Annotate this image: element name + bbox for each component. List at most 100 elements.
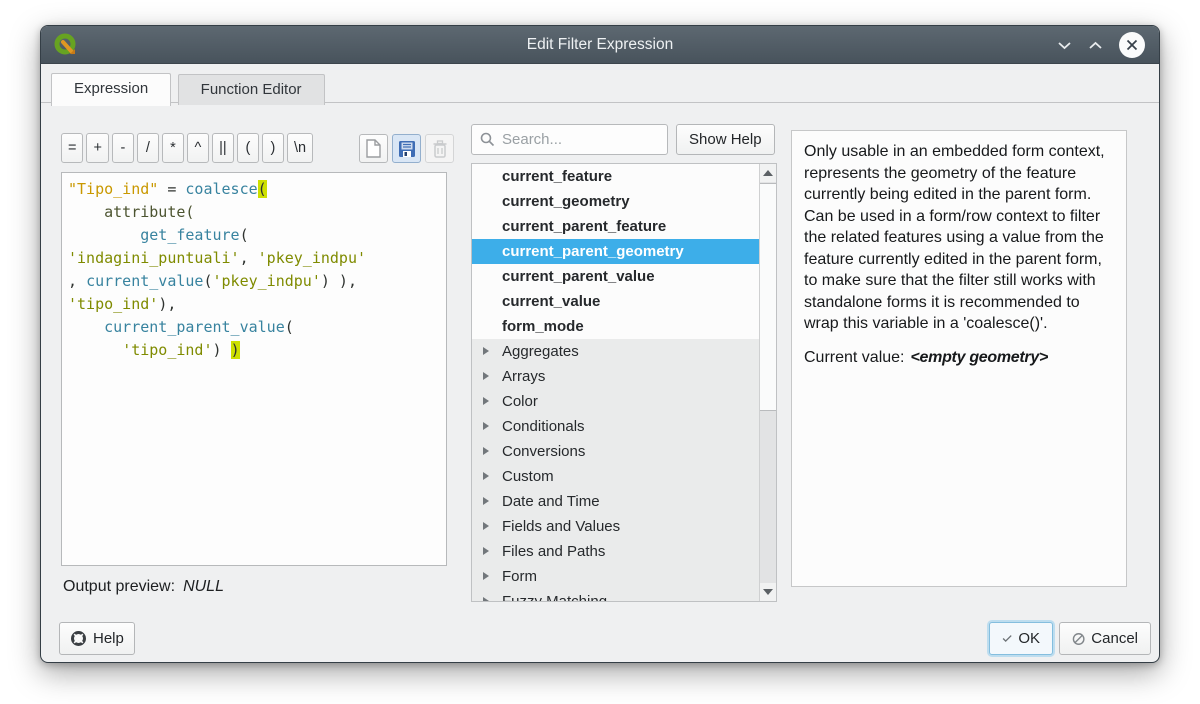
group-item-fields-and-values[interactable]: Fields and Values xyxy=(472,514,759,539)
function-item-current-parent-geometry[interactable]: current_parent_geometry xyxy=(472,239,759,264)
help-button-label: Help xyxy=(93,630,124,647)
tree-item-label: current_parent_value xyxy=(502,268,655,285)
search-icon xyxy=(480,132,495,147)
cancel-button-label: Cancel xyxy=(1091,630,1138,647)
expand-arrow-icon[interactable] xyxy=(483,547,489,555)
expression-editor[interactable]: "Tipo_ind" = coalesce( attribute( get_fe… xyxy=(61,172,447,566)
tree-item-label: Custom xyxy=(502,468,554,485)
tree-scrollbar[interactable] xyxy=(759,164,776,601)
tree-item-label: current_value xyxy=(502,293,600,310)
operator-button[interactable]: ^ xyxy=(187,133,209,163)
group-item-fuzzy-matching[interactable]: Fuzzy Matching xyxy=(472,589,759,602)
tree-item-label: Form xyxy=(502,568,537,585)
tree-item-label: Aggregates xyxy=(502,343,579,360)
scrollbar-thumb[interactable] xyxy=(760,183,776,411)
help-button[interactable]: Help xyxy=(59,622,135,655)
scroll-up-icon[interactable] xyxy=(760,164,776,182)
function-item-current-value[interactable]: current_value xyxy=(472,289,759,314)
close-icon xyxy=(1126,39,1138,51)
save-expression-button[interactable] xyxy=(392,134,421,163)
expand-arrow-icon[interactable] xyxy=(483,472,489,480)
group-item-arrays[interactable]: Arrays xyxy=(472,364,759,389)
tree-item-label: Conversions xyxy=(502,443,585,460)
expand-arrow-icon[interactable] xyxy=(483,447,489,455)
group-item-date-and-time[interactable]: Date and Time xyxy=(472,489,759,514)
save-icon xyxy=(398,140,416,158)
tree-item-label: current_parent_geometry xyxy=(502,243,684,260)
delete-expression-button xyxy=(425,134,454,163)
current-value-line: Current value: <empty geometry> xyxy=(804,347,1114,369)
help-paragraph: Only usable in an embedded form context,… xyxy=(804,141,1114,335)
tree-item-label: Conditionals xyxy=(502,418,585,435)
scroll-down-icon[interactable] xyxy=(760,583,776,601)
cancel-button[interactable]: Cancel xyxy=(1059,622,1151,655)
ok-button[interactable]: OK xyxy=(989,622,1053,655)
current-value-label: Current value: xyxy=(804,349,905,366)
expand-arrow-icon[interactable] xyxy=(483,347,489,355)
titlebar[interactable]: Edit Filter Expression xyxy=(41,26,1159,64)
expand-arrow-icon[interactable] xyxy=(483,397,489,405)
operator-button-row: =+-/*^||()\n xyxy=(61,133,316,163)
show-help-button[interactable]: Show Help xyxy=(676,124,775,155)
screen: Edit Filter Expression Expression xyxy=(0,0,1200,704)
shade-up-icon[interactable] xyxy=(1088,41,1103,50)
function-tree: current_feature current_geometry current_p… xyxy=(471,163,777,602)
operator-button[interactable]: * xyxy=(162,133,184,163)
expand-arrow-icon[interactable] xyxy=(483,597,489,602)
operator-button[interactable]: = xyxy=(61,133,83,163)
function-item-current-feature[interactable]: current_feature xyxy=(472,164,759,189)
operator-button[interactable]: - xyxy=(112,133,134,163)
shade-down-icon[interactable] xyxy=(1057,41,1072,50)
group-item-custom[interactable]: Custom xyxy=(472,464,759,489)
tree-item-label: form_mode xyxy=(502,318,584,335)
function-help-panel: Only usable in an embedded form context,… xyxy=(791,130,1127,587)
function-item-current-parent-feature[interactable]: current_parent_feature xyxy=(472,214,759,239)
current-value: <empty geometry> xyxy=(911,349,1048,366)
group-item-aggregates[interactable]: Aggregates xyxy=(472,339,759,364)
operator-button[interactable]: / xyxy=(137,133,159,163)
operator-button[interactable]: ( xyxy=(237,133,259,163)
window-title: Edit Filter Expression xyxy=(41,26,1159,64)
group-item-form[interactable]: Form xyxy=(472,564,759,589)
function-item-current-parent-value[interactable]: current_parent_value xyxy=(472,264,759,289)
ok-button-label: OK xyxy=(1018,630,1040,647)
tab-bar: Expression Function Editor xyxy=(41,64,1159,103)
search-box[interactable] xyxy=(471,124,668,155)
function-item-form-mode[interactable]: form_mode xyxy=(472,314,759,339)
search-input[interactable] xyxy=(502,131,659,148)
tab-expression[interactable]: Expression xyxy=(51,73,171,106)
help-lifebuoy-icon xyxy=(70,630,87,647)
tree-item-label: Color xyxy=(502,393,538,410)
group-item-color[interactable]: Color xyxy=(472,389,759,414)
output-preview-label: Output preview: xyxy=(63,578,175,595)
close-button[interactable] xyxy=(1119,32,1145,58)
group-item-files-and-paths[interactable]: Files and Paths xyxy=(472,539,759,564)
cancel-icon xyxy=(1072,631,1085,647)
expand-arrow-icon[interactable] xyxy=(483,422,489,430)
tree-item-label: Fuzzy Matching xyxy=(502,593,607,602)
expand-arrow-icon[interactable] xyxy=(483,497,489,505)
function-item-current-geometry[interactable]: current_geometry xyxy=(472,189,759,214)
group-item-conditionals[interactable]: Conditionals xyxy=(472,414,759,439)
tree-item-label: Date and Time xyxy=(502,493,600,510)
edit-filter-expression-dialog: Edit Filter Expression Expression xyxy=(40,25,1160,663)
trash-icon xyxy=(432,140,448,158)
operator-button[interactable]: ) xyxy=(262,133,284,163)
tab-function-editor[interactable]: Function Editor xyxy=(178,74,325,105)
operator-button[interactable]: || xyxy=(212,133,234,163)
group-item-conversions[interactable]: Conversions xyxy=(472,439,759,464)
expand-arrow-icon[interactable] xyxy=(483,522,489,530)
check-icon xyxy=(1002,633,1012,644)
new-file-icon xyxy=(365,139,382,158)
tree-item-label: Fields and Values xyxy=(502,518,620,535)
tree-item-label: current_geometry xyxy=(502,193,630,210)
expand-arrow-icon[interactable] xyxy=(483,572,489,580)
new-expression-button[interactable] xyxy=(359,134,388,163)
operator-button[interactable]: \n xyxy=(287,133,313,163)
operator-button[interactable]: + xyxy=(86,133,108,163)
tree-item-label: Files and Paths xyxy=(502,543,605,560)
output-preview: Output preview: NULL xyxy=(63,578,224,596)
tree-item-label: Arrays xyxy=(502,368,545,385)
expand-arrow-icon[interactable] xyxy=(483,372,489,380)
output-preview-value: NULL xyxy=(183,578,224,595)
